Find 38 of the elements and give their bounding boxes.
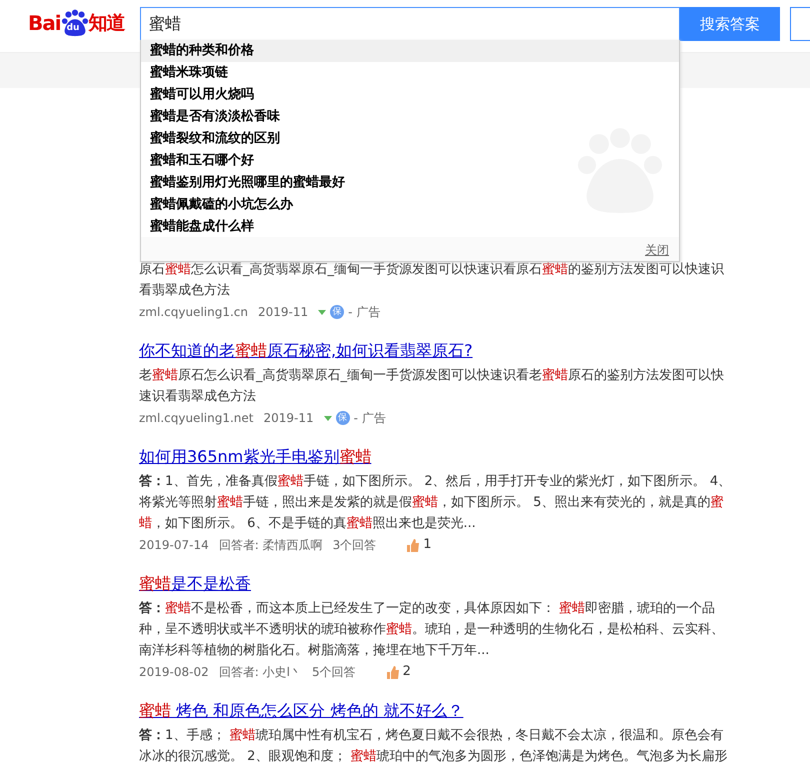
result-url[interactable]: zml.cqyueling1.cn (139, 301, 248, 323)
close-link[interactable]: 关闭 (645, 243, 669, 257)
result-date: 2019-11 (258, 304, 308, 321)
answer-count[interactable]: 3个回答 (332, 534, 376, 556)
answerer-name: 回答者: 小史l丶 (218, 664, 302, 681)
answer-count[interactable]: 5个回答 (312, 661, 356, 683)
ad-label: - 广告 (348, 304, 380, 321)
result-date: 2019-11 (263, 410, 314, 427)
ad-label: - 广告 (354, 410, 386, 427)
result-snippet: 答：1、手感； 蜜蜡琥珀属中性有机宝石，烤色夏日戴不会很热，冬日戴不会太凉，很温和。原色会有冰冰的很沉感觉。 2、眼观饱和度； 蜜蜡琥珀中的气泡多为圆形，色泽饱满是为烤色。气泡多为长扁形 (139, 727, 729, 766)
result-url[interactable]: zml.cqyueling1.net (139, 407, 254, 429)
result-snippet: 答：蜜蜡不是松香，而这本质上已经发生了一定的改变，具体原因如下： 蜜蜡即密腊，琥珀的一个品种，呈不透明状或半不透明状的琥珀被称作蜜蜡。琥珀，是一种透明的生物化石，是松柏科、云实科、南洋杉科等植物的树脂化石。树脂滴落，掩埋在地下千万年... (139, 600, 725, 660)
ask-button[interactable] (790, 7, 810, 41)
suggestion-item[interactable]: 蜜蜡的种类和价格 (141, 40, 679, 62)
suggestion-item[interactable]: 蜜蜡鉴别用灯光照哪里的蜜蜡最好 (141, 172, 679, 194)
answer-date: 2019-08-02 (139, 664, 209, 681)
result-snippet: 原石蜜蜡怎么识看_高货翡翠原石_缅甸一手货源发图可以快速识看原石蜜蜡的鉴别方法发图可以快速识看翡翠成色方法 (139, 261, 725, 300)
guarantee-badge: 保 (336, 411, 350, 425)
caret-icon[interactable] (318, 310, 326, 314)
result-snippet: 老蜜蜡原石怎么识看_高货翡翠原石_缅甸一手货源发图可以快速识看老蜜蜡原石的鉴别方法发图可以快速识看翡翠成色方法 (139, 367, 725, 406)
caret-icon[interactable] (324, 416, 332, 420)
result-snippet: 答：1、首先，准备真假蜜蜡手链，如下图所示。 2、然后，用手打开专业的紫光灯，如下图所示。 4、将紫光等照射蜜蜡手链，照出来是发紫的就是假蜜蜡，如下图所示。 5、照出来有荧光的，就是真的蜜蜡，如下图所示。 6、不是手链的真蜜蜡照出来也是荧光... (139, 473, 732, 533)
suggestion-item[interactable]: 蜜蜡和玉石哪个好 (141, 150, 679, 172)
like-count: 2 (402, 663, 411, 681)
suggestion-item[interactable]: 蜜蜡是否有淡淡松香味 (141, 106, 679, 128)
like-count: 1 (423, 536, 432, 554)
suggestion-item[interactable]: 蜜蜡可以用火烧吗 (141, 84, 679, 106)
suggestion-item[interactable]: 蜜蜡裂纹和流纹的区别 (141, 128, 679, 150)
suggestion-item[interactable]: 蜜蜡佩戴磕的小坑怎么办 (141, 194, 679, 216)
answer-date: 2019-07-14 (139, 537, 209, 554)
search-button[interactable]: 搜索答案 (680, 7, 780, 41)
thumbs-up-icon (386, 666, 400, 678)
answerer-name: 回答者: 柔情西瓜啊 (218, 537, 323, 554)
baidu-logo[interactable]: Bai du 知道 (28, 7, 134, 39)
search-field[interactable]: 蜜蜡 (140, 7, 680, 41)
suggestion-item[interactable]: 蜜蜡能盘成什么样 (141, 216, 679, 238)
guarantee-badge: 保 (330, 305, 344, 319)
thumbs-up-icon (406, 538, 420, 552)
